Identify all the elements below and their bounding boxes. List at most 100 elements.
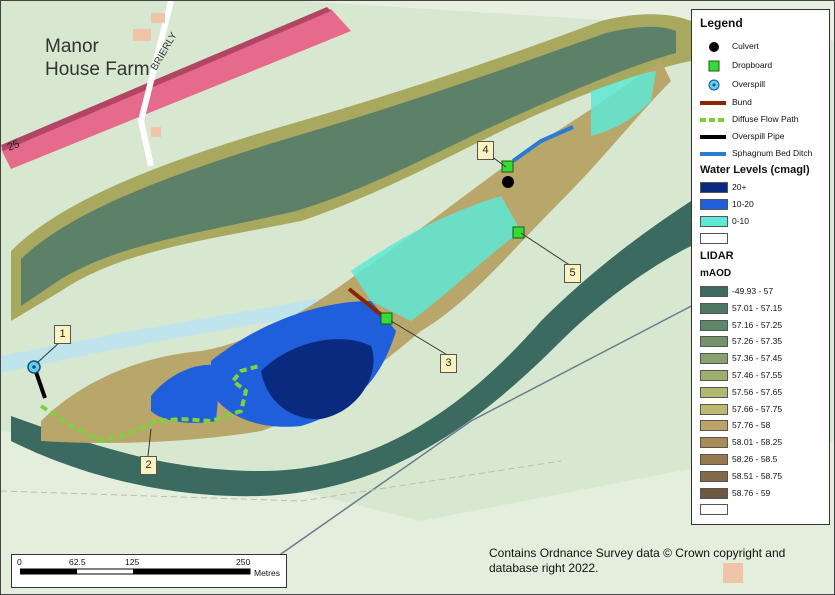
- swatch: [700, 370, 728, 381]
- swatch: [700, 182, 728, 193]
- legend-item-water: 20+: [698, 181, 826, 195]
- callout-4[interactable]: 4: [477, 141, 494, 160]
- copyright-text: Contains Ordnance Survey data © Crown co…: [489, 546, 786, 575]
- dropboard-icon: [700, 60, 728, 72]
- swatch: [700, 403, 728, 415]
- swatch: [700, 286, 728, 297]
- swatch: [700, 216, 728, 227]
- legend-label: Sphagnum Bed Ditch: [732, 148, 813, 158]
- legend-label: 58.51 - 58.75: [732, 470, 783, 481]
- ditch-line-icon: [700, 152, 726, 156]
- callout-3[interactable]: 3: [440, 354, 457, 373]
- place-label-line-2: House Farm: [45, 59, 150, 80]
- legend-item-lidar: 57.66 - 57.75: [698, 403, 826, 417]
- lidar-unit: mAOD: [700, 268, 732, 279]
- swatch: [700, 420, 728, 432]
- scale-tick: 125: [125, 557, 140, 567]
- legend-label: Culvert: [732, 41, 759, 51]
- legend-item-water: 10-20: [698, 198, 826, 212]
- scale-tick: 250: [236, 557, 251, 567]
- legend-item-dropboard: Dropboard: [698, 59, 826, 73]
- legend-item-diffuse-flow: Diffuse Flow Path: [698, 113, 826, 127]
- legend-label: 57.01 - 57.15: [732, 302, 783, 313]
- legend-item-lidar: 58.76 - 59: [698, 487, 826, 501]
- legend-item-lidar: 57.16 - 57.25: [698, 319, 826, 333]
- bund-line-icon: [700, 101, 726, 105]
- culvert-icon: [700, 41, 728, 52]
- legend-item-water: [698, 232, 826, 246]
- building: [151, 127, 161, 137]
- legend-label: 57.26 - 57.35: [732, 336, 783, 347]
- legend-item-water: 0-10: [698, 215, 826, 229]
- legend-item-overspill: Overspill: [698, 78, 826, 92]
- legend-label: 58.26 - 58.5: [732, 454, 778, 464]
- legend-item-lidar: 57.56 - 57.65: [698, 386, 826, 400]
- building: [151, 13, 165, 23]
- dropboard-marker[interactable]: [501, 160, 514, 173]
- swatch: [700, 487, 728, 499]
- swatch: [700, 233, 728, 244]
- legend-label: 58.76 - 59: [732, 487, 771, 498]
- callout-5[interactable]: 5: [564, 264, 581, 283]
- legend-label: 57.56 - 57.65: [732, 386, 783, 397]
- overspill-dot: [32, 365, 36, 369]
- culvert-marker[interactable]: [502, 176, 514, 188]
- swatch: [700, 504, 728, 516]
- scale-tick: 62.5: [69, 557, 86, 567]
- lidar-title: LIDAR: [700, 250, 734, 262]
- dropboard-marker[interactable]: [512, 226, 525, 239]
- legend-label: 57.76 - 58: [732, 420, 771, 431]
- legend-item-lidar: [698, 503, 826, 517]
- scale-bar: 0 62.5 125 250 Metres: [11, 554, 287, 588]
- swatch: [700, 199, 728, 210]
- swatch: [700, 353, 728, 365]
- legend-label: 57.46 - 57.55: [732, 370, 783, 380]
- swatch: [700, 454, 728, 465]
- legend-title: Legend: [700, 16, 743, 30]
- swatch: [700, 470, 728, 482]
- callout-1[interactable]: 1: [54, 325, 71, 344]
- legend-label: 57.66 - 57.75: [732, 403, 783, 414]
- swatch: [700, 336, 728, 348]
- legend-label: Bund: [732, 97, 752, 107]
- scale-bar-graphic: [20, 568, 251, 575]
- overspill-icon: [700, 79, 728, 91]
- legend-label: 58.01 - 58.25: [732, 437, 783, 448]
- pipe-line-icon: [700, 135, 726, 139]
- legend-label: 57.36 - 57.45: [732, 353, 783, 364]
- legend-item-lidar: -49.93 - 57: [698, 285, 826, 299]
- legend-label: Dropboard: [732, 60, 773, 70]
- legend-item-lidar: 58.26 - 58.5: [698, 453, 826, 467]
- legend-label: Overspill Pipe: [732, 131, 785, 141]
- swatch: [700, 319, 728, 331]
- map-frame: BRIERLY 25 Manor House Farm 1 2 3 4 5 Le…: [0, 0, 835, 595]
- swatch: [700, 437, 728, 449]
- legend-item-lidar: 58.51 - 58.75: [698, 470, 826, 484]
- legend-label: Diffuse Flow Path: [732, 114, 799, 124]
- diffuse-flow-line-icon: [700, 118, 726, 122]
- water-levels-title: Water Levels (cmagl): [700, 164, 810, 176]
- legend-item-lidar: 57.46 - 57.55: [698, 369, 826, 383]
- legend-item-bund: Bund: [698, 96, 826, 110]
- legend-item-lidar: 57.76 - 58: [698, 419, 826, 433]
- legend-item-culvert: Culvert: [698, 40, 826, 54]
- callout-2[interactable]: 2: [140, 456, 157, 475]
- legend-item-lidar: 57.01 - 57.15: [698, 302, 826, 316]
- scale-tick: 0: [17, 557, 22, 567]
- legend-item-overspill-pipe: Overspill Pipe: [698, 130, 826, 144]
- swatch: [700, 386, 728, 398]
- legend-label: -49.93 - 57: [732, 286, 774, 296]
- legend-label: 20+: [732, 182, 747, 192]
- legend-label: 0-10: [732, 216, 750, 226]
- legend-label: 10-20: [732, 199, 754, 209]
- legend-label: 57.16 - 57.25: [732, 319, 783, 330]
- legend-item-lidar: 57.36 - 57.45: [698, 352, 826, 366]
- legend-item-lidar: 57.26 - 57.35: [698, 335, 826, 349]
- legend-panel: Legend Culvert Dropboard Overspill Bund …: [691, 9, 830, 525]
- legend-item-sphagnum-ditch: Sphagnum Bed Ditch: [698, 147, 826, 161]
- legend-label: Overspill: [732, 79, 766, 89]
- dropboard-marker[interactable]: [380, 312, 393, 325]
- scale-unit: Metres: [254, 568, 280, 578]
- place-label-manor-house-farm: Manor House Farm: [45, 35, 185, 81]
- legend-item-lidar: 58.01 - 58.25: [698, 436, 826, 450]
